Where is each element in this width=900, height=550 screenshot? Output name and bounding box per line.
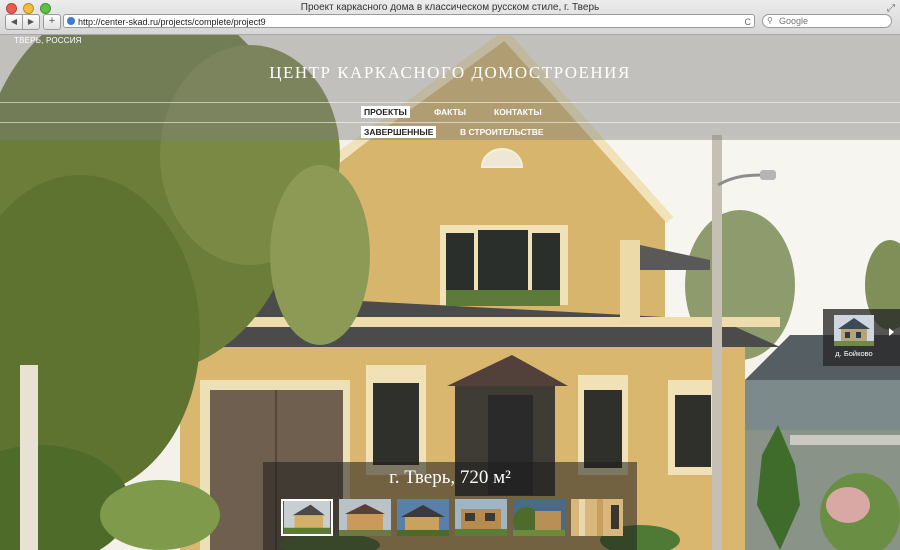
window-title: Проект каркасного дома в классическом ру… bbox=[300, 2, 600, 13]
submenu-divider bbox=[0, 122, 900, 123]
gallery-thumbnail[interactable] bbox=[455, 499, 507, 536]
location-label: ТВЕРЬ, РОССИЯ bbox=[14, 36, 82, 45]
browser-toolbar: Проект каркасного дома в классическом ру… bbox=[0, 0, 900, 35]
search-icon: ⚲ bbox=[767, 16, 773, 25]
site-header: ТВЕРЬ, РОССИЯ ЦЕНТР КАРКАСНОГО ДОМОСТРОЕ… bbox=[0, 35, 900, 140]
gallery-thumbnail[interactable] bbox=[397, 499, 449, 536]
subnav-completed[interactable]: ЗАВЕРШЕННЫЕ bbox=[361, 126, 437, 138]
url-text: http://center-skad.ru/projects/complete/… bbox=[78, 17, 266, 27]
next-project-card[interactable]: д. Бойково bbox=[823, 309, 900, 366]
next-project-thumbnail bbox=[834, 315, 874, 346]
gallery-thumbnail[interactable] bbox=[571, 499, 623, 536]
subnav-in-progress[interactable]: В СТРОИТЕЛЬСТВЕ bbox=[457, 126, 547, 138]
globe-icon bbox=[67, 17, 75, 25]
add-bookmark-button[interactable]: + bbox=[43, 14, 61, 30]
search-input[interactable] bbox=[779, 15, 887, 27]
gallery-thumbnail[interactable] bbox=[281, 499, 333, 536]
fullscreen-icon[interactable]: ⤢ bbox=[887, 3, 895, 14]
history-buttons: ◀ ▶ bbox=[5, 14, 40, 30]
web-page: ТВЕРЬ, РОССИЯ ЦЕНТР КАРКАСНОГО ДОМОСТРОЕ… bbox=[0, 35, 900, 550]
next-project-label: д. Бойково bbox=[835, 349, 873, 358]
gallery-thumbnail[interactable] bbox=[339, 499, 391, 536]
back-button[interactable]: ◀ bbox=[5, 14, 23, 30]
address-bar[interactable]: http://center-skad.ru/projects/complete/… bbox=[63, 14, 755, 28]
search-box[interactable]: ⚲ bbox=[762, 14, 892, 28]
forward-button[interactable]: ▶ bbox=[23, 14, 40, 30]
project-caption-panel: г. Тверь, 720 м² bbox=[263, 462, 637, 550]
gallery-thumbnail[interactable] bbox=[513, 499, 565, 536]
nav-contacts[interactable]: КОНТАКТЫ bbox=[491, 106, 545, 118]
menu-divider bbox=[0, 102, 900, 103]
nav-projects[interactable]: ПРОЕКТЫ bbox=[361, 106, 410, 118]
nav-facts[interactable]: ФАКТЫ bbox=[431, 106, 469, 118]
site-title[interactable]: ЦЕНТР КАРКАСНОГО ДОМОСТРОЕНИЯ bbox=[0, 63, 900, 83]
reload-button[interactable]: C bbox=[745, 15, 752, 29]
next-arrow-icon bbox=[889, 328, 894, 336]
project-caption: г. Тверь, 720 м² bbox=[389, 467, 511, 488]
